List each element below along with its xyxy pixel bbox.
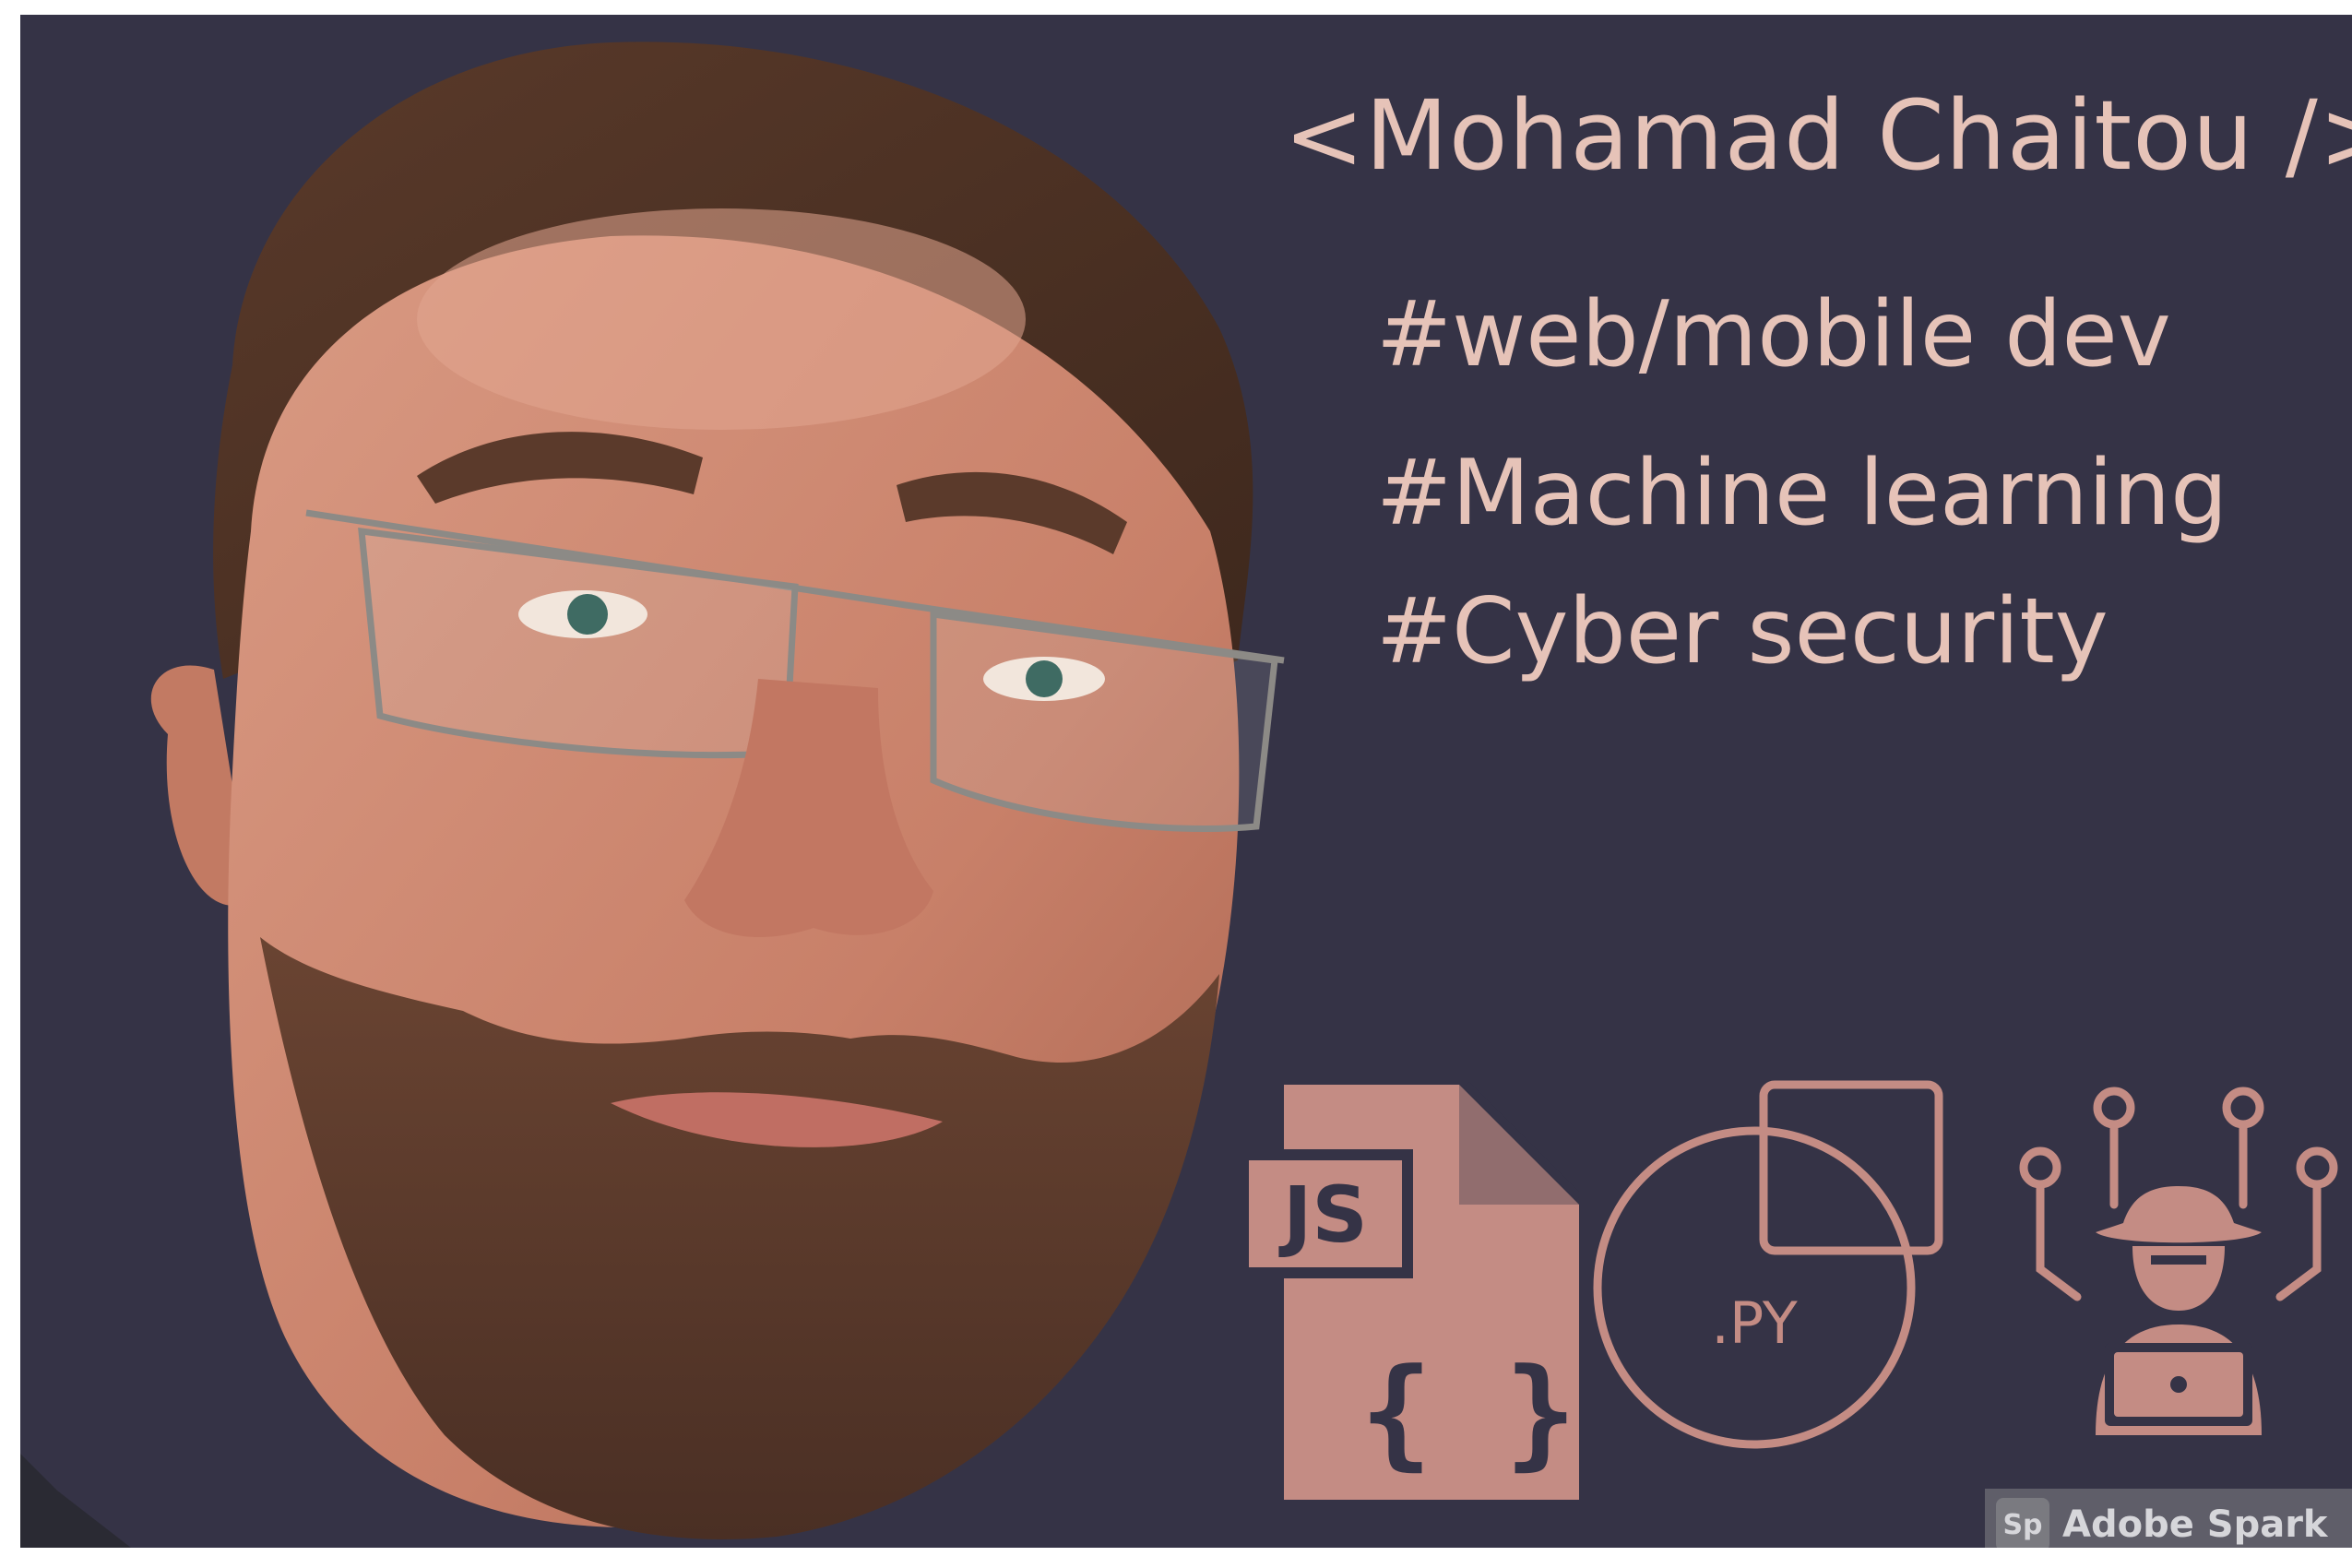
python-file-icon: .PY xyxy=(1593,1080,1943,1449)
braces-label: { } xyxy=(1360,1342,1577,1482)
javascript-file-icon: JS { } xyxy=(1238,1082,1579,1500)
hacker-icon xyxy=(2019,1087,2338,1435)
skill-tag: #Cyber security xyxy=(1376,579,2108,684)
adobe-spark-watermark: Sp Adobe Spark xyxy=(1985,1489,2352,1548)
skill-tag: #web/mobile dev xyxy=(1376,282,2171,387)
adobe-spark-logo-icon: Sp xyxy=(1996,1498,2049,1548)
js-label: JS xyxy=(1278,1170,1368,1260)
portrait-photo xyxy=(20,42,1285,1548)
page-title: <Mohamad Chaitou /> xyxy=(1284,79,2352,192)
py-label: .PY xyxy=(1711,1289,1798,1357)
banner-canvas: <Mohamad Chaitou /> #web/mobile dev #Mac… xyxy=(20,15,2352,1548)
skill-tag: #Machine learning xyxy=(1376,441,2228,546)
watermark-text: Adobe Spark xyxy=(2062,1503,2328,1546)
